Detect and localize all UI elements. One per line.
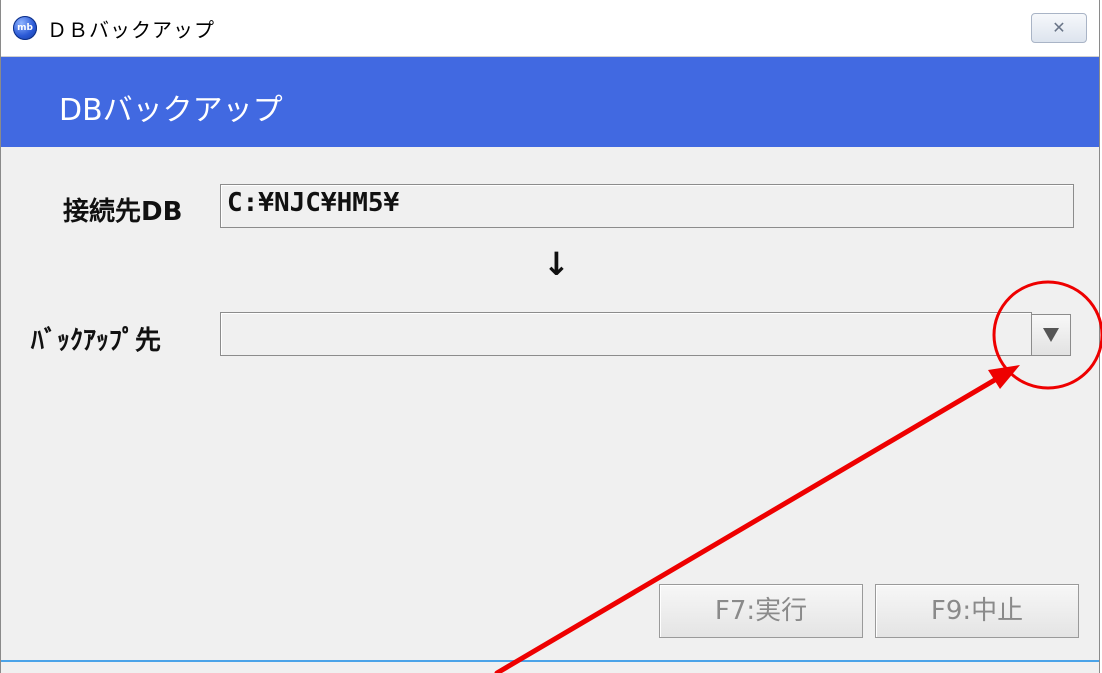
execute-button[interactable]: F7:実行 bbox=[659, 584, 863, 638]
close-icon: ✕ bbox=[1052, 18, 1066, 37]
source-db-value: C:¥NJC¥HM5¥ bbox=[227, 188, 400, 218]
source-db-label: 接続先DB bbox=[63, 197, 183, 227]
source-db-field: C:¥NJC¥HM5¥ bbox=[220, 184, 1074, 228]
header-banner: DBバックアップ bbox=[1, 57, 1099, 147]
window-bottom-border bbox=[1, 660, 1099, 662]
down-arrow-icon: ↓ bbox=[543, 245, 570, 283]
cancel-button[interactable]: F9:中止 bbox=[875, 584, 1079, 638]
triangle-down-icon bbox=[1043, 328, 1059, 342]
backup-destination-label: ﾊﾞｯｸｱｯﾌﾟ先 bbox=[31, 326, 162, 356]
close-button[interactable]: ✕ bbox=[1031, 13, 1087, 43]
backup-window: mb ＤＢバックアップ ✕ DBバックアップ 接続先DB C:¥NJC¥HM5¥… bbox=[0, 0, 1100, 673]
window-title: ＤＢバックアップ bbox=[47, 18, 215, 42]
title-bar: mb ＤＢバックアップ ✕ bbox=[1, 0, 1099, 57]
app-icon: mb bbox=[13, 16, 37, 40]
page-title: DBバックアップ bbox=[59, 93, 283, 128]
backup-destination-input[interactable] bbox=[220, 312, 1032, 356]
backup-destination-dropdown-button[interactable] bbox=[1031, 314, 1071, 356]
